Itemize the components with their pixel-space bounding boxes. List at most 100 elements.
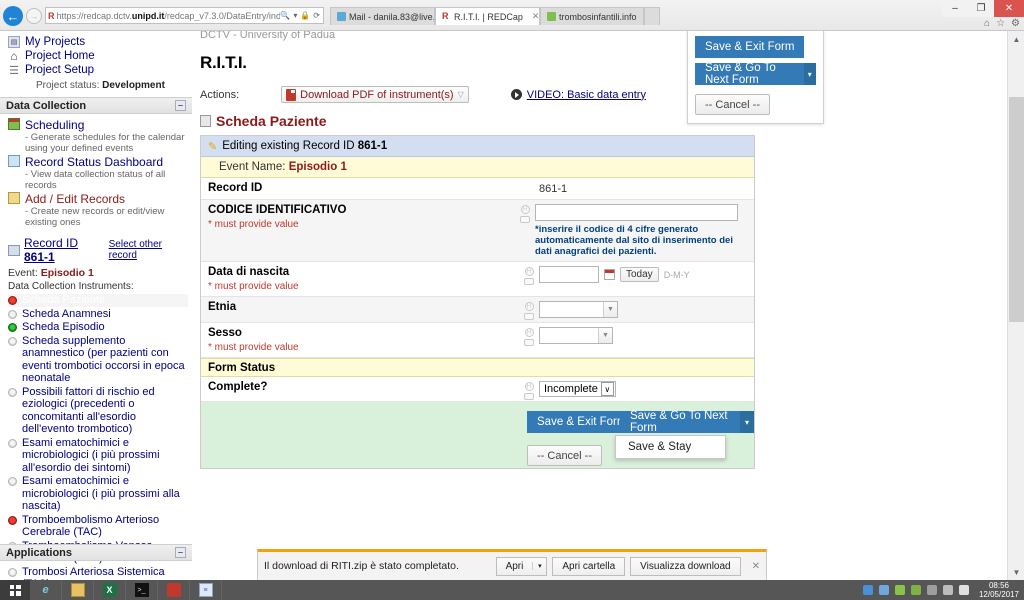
- comment-icon[interactable]: [524, 393, 534, 400]
- instrument-item-scheda-episodio[interactable]: Scheda Episodio: [8, 321, 188, 334]
- sidebar-item-add-edit-records[interactable]: Add / Edit Records - Create new records …: [8, 192, 186, 228]
- page-scrollbar[interactable]: ▲ ▼: [1007, 31, 1024, 581]
- chevron-down-icon[interactable]: ▾: [803, 63, 816, 85]
- windows-start-icon[interactable]: [0, 580, 30, 600]
- chevron-down-icon[interactable]: ▾: [293, 11, 297, 20]
- etnia-select[interactable]: ▼: [539, 301, 618, 318]
- chevron-down-icon[interactable]: ▼: [603, 302, 617, 317]
- close-button[interactable]: ✕: [994, 0, 1024, 17]
- help-icon[interactable]: H: [524, 302, 534, 311]
- download-pdf-button[interactable]: Download PDF of instrument(s) ▽: [281, 86, 469, 103]
- sidebar-item-record-status-dashboard[interactable]: Record Status Dashboard - View data coll…: [8, 155, 186, 191]
- close-icon[interactable]: ✕: [532, 11, 539, 22]
- save-next-button-floating[interactable]: Save & Go To Next Form: [695, 62, 804, 86]
- cancel-button-floating[interactable]: -- Cancel --: [695, 94, 771, 115]
- scroll-down-icon[interactable]: ▼: [1008, 564, 1024, 581]
- maximize-button[interactable]: ❐: [968, 0, 994, 17]
- collapse-icon[interactable]: –: [175, 547, 186, 558]
- taskbar-clock[interactable]: 08:56 12/05/2017: [975, 581, 1019, 599]
- save-exit-button-floating[interactable]: Save & Exit Form: [695, 36, 805, 58]
- network-icon[interactable]: [862, 585, 873, 595]
- star-icon[interactable]: ☆: [996, 18, 1005, 29]
- field-label: Data di nascita: [208, 266, 290, 278]
- home-icon[interactable]: ⌂: [984, 18, 990, 29]
- instrument-item-scheda-anamnesi[interactable]: Scheda Anamnesi: [8, 308, 188, 321]
- forward-arrow-icon[interactable]: →: [26, 8, 42, 24]
- comment-icon[interactable]: [520, 216, 531, 223]
- status-dot-green-icon: [8, 323, 17, 332]
- help-icon[interactable]: H: [524, 382, 534, 391]
- open-button[interactable]: Apri ▾: [495, 556, 548, 576]
- minimize-button[interactable]: –: [942, 0, 968, 17]
- download-notification-bar: Il download di RITI.zip è stato completa…: [257, 549, 767, 581]
- record-id-link[interactable]: Record ID 861-1: [24, 236, 105, 264]
- browser-tab-redcap[interactable]: R R.I.T.I. | REDCap ✕: [435, 7, 540, 25]
- refresh-icon[interactable]: ⟳: [313, 11, 320, 20]
- instrument-item-scheda-supplemento[interactable]: Scheda supplemento anamnestico (per pazi…: [8, 335, 188, 385]
- chevron-down-icon[interactable]: ▾: [739, 411, 754, 433]
- taskbar-document-icon[interactable]: ≡: [190, 580, 222, 600]
- collapse-icon[interactable]: –: [175, 100, 186, 111]
- redcap-favicon: R: [48, 10, 55, 21]
- complete-select[interactable]: Incomplete ∨: [539, 381, 616, 397]
- taskbar-file-explorer-icon[interactable]: [62, 580, 94, 600]
- instrument-item-tac[interactable]: Tromboembolismo Arterioso Cerebrale (TAC…: [8, 514, 188, 539]
- sidebar-item-project-setup[interactable]: ☰ Project Setup: [8, 63, 192, 77]
- taskbar-command-prompt-icon[interactable]: >_: [126, 580, 158, 600]
- help-icon[interactable]: H: [524, 328, 534, 337]
- instrument-item-esami-nascita[interactable]: Esami ematochimici e microbiologici (i p…: [8, 475, 188, 513]
- instrument-label: Trombosi Arteriosa Sistemica (TAS): [22, 565, 165, 582]
- save-next-button[interactable]: Save & Go To Next Form: [620, 410, 740, 434]
- sidebar-item-project-home[interactable]: ⌂ Project Home: [8, 49, 192, 63]
- taskbar-internet-explorer-icon[interactable]: e: [30, 580, 62, 600]
- sesso-select[interactable]: ▼: [539, 327, 613, 344]
- monitor-icon[interactable]: [878, 585, 889, 595]
- internet-explorer-icon: e: [42, 584, 49, 596]
- video-link-label[interactable]: VIDEO: Basic data entry: [527, 89, 646, 101]
- close-icon[interactable]: ✕: [752, 561, 760, 572]
- instrument-item-esami-esordio[interactable]: Esami ematochimici e microbiologici (i p…: [8, 437, 188, 475]
- help-icon[interactable]: H: [520, 205, 530, 214]
- codice-identificativo-input[interactable]: [535, 204, 738, 221]
- video-link[interactable]: VIDEO: Basic data entry: [510, 89, 646, 101]
- chevron-down-icon[interactable]: ▾: [532, 562, 546, 570]
- browser-tab-mail[interactable]: Mail - danila.83@live.com: [330, 7, 435, 25]
- instrument-item-scheda-paziente[interactable]: Scheda Paziente: [8, 294, 188, 307]
- gear-icon[interactable]: ⚙: [1011, 18, 1020, 29]
- save-next-split: Save & Go To Next Form ▾: [620, 410, 754, 434]
- scroll-up-icon[interactable]: ▲: [1008, 31, 1024, 48]
- bluetooth-icon[interactable]: [926, 585, 937, 595]
- taskbar-paint-icon[interactable]: [158, 580, 190, 600]
- help-icon[interactable]: H: [524, 267, 534, 276]
- today-button[interactable]: Today: [620, 267, 659, 282]
- instrument-item-tas[interactable]: Trombosi Arteriosa Sistemica (TAS): [8, 565, 188, 582]
- select-other-record-link[interactable]: Select other record: [109, 239, 186, 261]
- chevron-down-icon[interactable]: ∨: [600, 382, 614, 396]
- cancel-button[interactable]: -- Cancel --: [527, 445, 603, 466]
- sidebar-item-label: Scheduling: [25, 118, 85, 132]
- cloud-icon[interactable]: [894, 585, 905, 595]
- open-folder-button[interactable]: Apri cartella: [552, 556, 626, 576]
- scrollbar-thumb[interactable]: [1009, 97, 1024, 322]
- taskbar-excel-icon[interactable]: X: [94, 580, 126, 600]
- volume-icon[interactable]: [958, 585, 969, 595]
- chevron-down-icon[interactable]: ▼: [598, 328, 612, 343]
- comment-icon[interactable]: [524, 339, 534, 346]
- sidebar-item-scheduling[interactable]: Scheduling - Generate schedules for the …: [8, 118, 186, 154]
- wifi-icon[interactable]: [942, 585, 953, 595]
- instrument-item-fattori-rischio[interactable]: Possibili fattori di rischio ed eziologi…: [8, 386, 188, 436]
- back-arrow-icon[interactable]: ←: [3, 6, 23, 26]
- comment-icon[interactable]: [524, 278, 534, 285]
- view-downloads-button[interactable]: Visualizza download: [630, 556, 741, 576]
- browser-tab-trombosinfantili[interactable]: trombosinfantili.info: [540, 7, 644, 25]
- instrument-title: Scheda Paziente: [200, 113, 327, 129]
- calendar-icon[interactable]: [604, 269, 615, 280]
- search-dropdown-icon[interactable]: 🔍: [280, 11, 290, 20]
- comment-icon[interactable]: [524, 313, 534, 320]
- chevron-down-icon[interactable]: ▽: [458, 90, 464, 99]
- antivirus-icon[interactable]: [910, 585, 921, 595]
- data-di-nascita-input[interactable]: [539, 266, 599, 283]
- sidebar-item-my-projects[interactable]: ▤ My Projects: [8, 35, 192, 49]
- menu-item-save-stay[interactable]: Save & Stay: [616, 436, 725, 458]
- address-bar[interactable]: R https://redcap.dctv.unipd.it/redcap_v7…: [45, 7, 324, 24]
